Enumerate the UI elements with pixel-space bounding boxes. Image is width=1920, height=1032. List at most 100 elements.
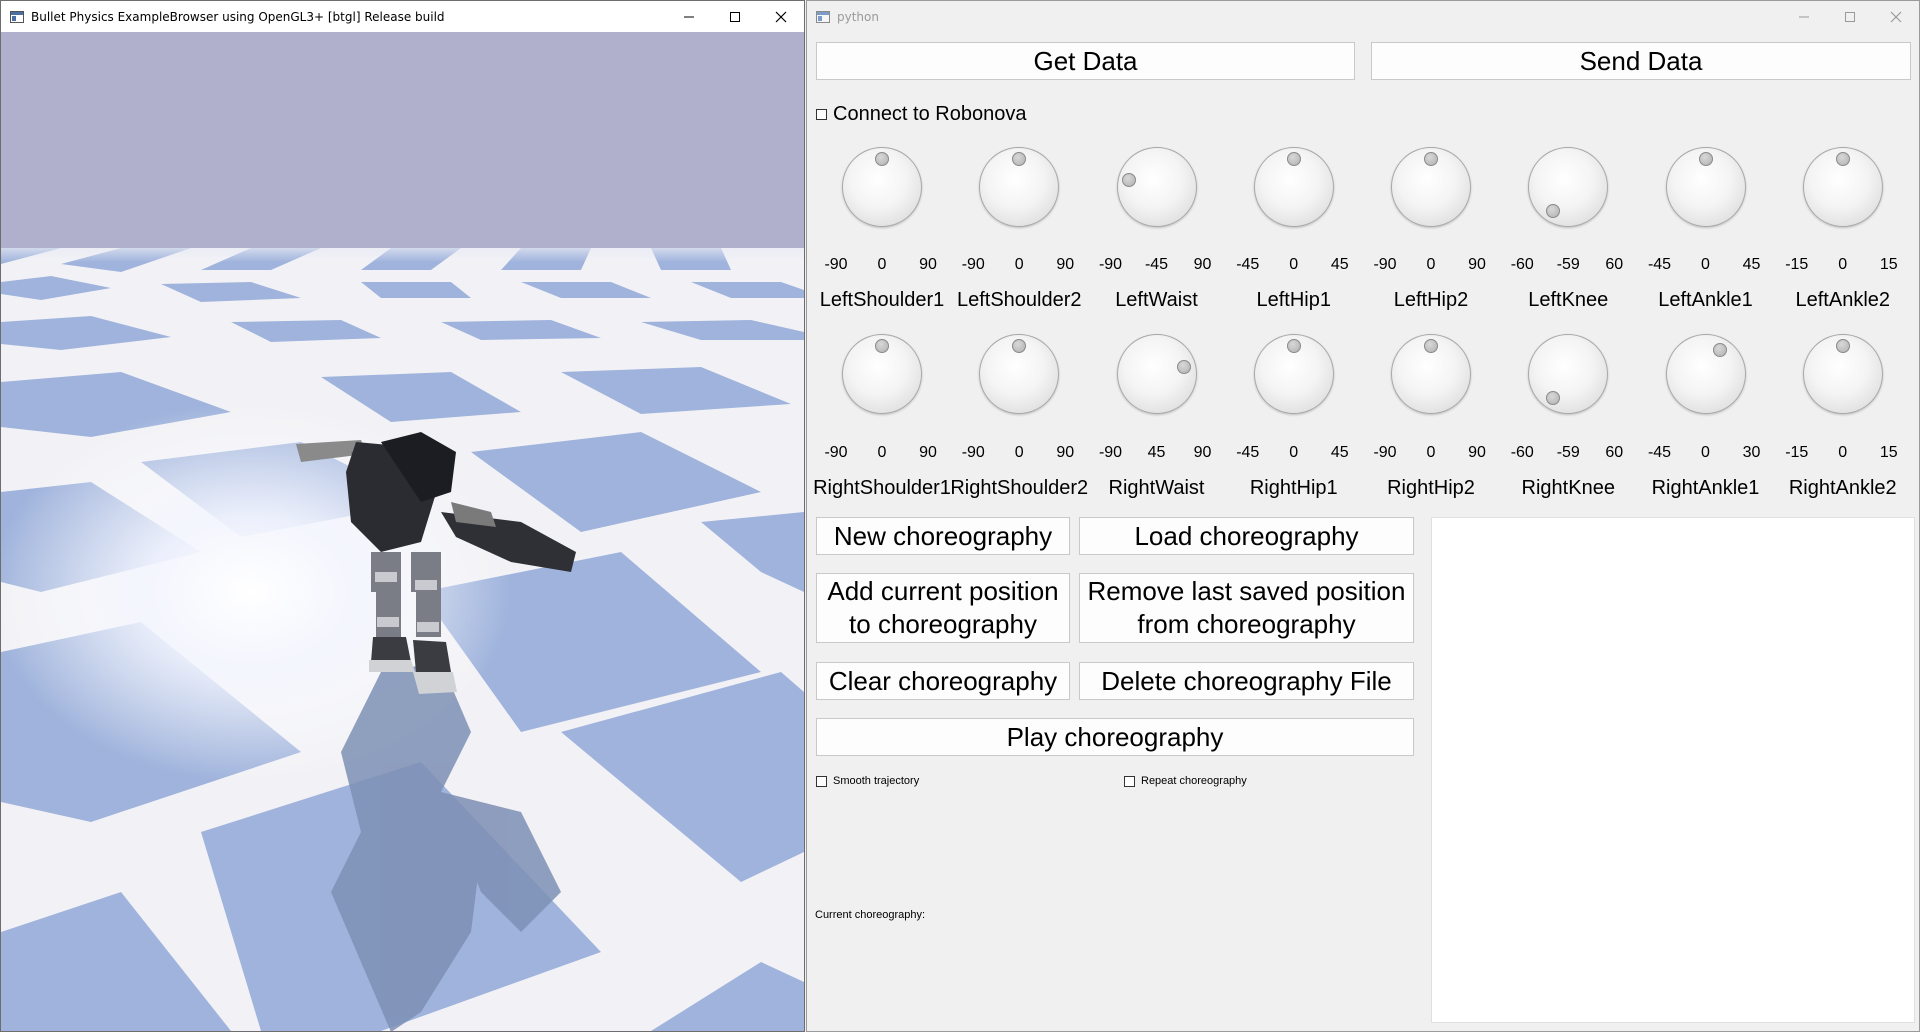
- dial-max-label: 90: [1468, 444, 1486, 461]
- smooth-trajectory-label: Smooth trajectory: [833, 775, 920, 787]
- joint-dial-leftshoulder2[interactable]: [975, 143, 1063, 231]
- joint-dial-rightankle1[interactable]: [1662, 330, 1750, 418]
- sky: [1, 32, 804, 248]
- dial-indicator: [1546, 203, 1561, 218]
- close-button[interactable]: [1873, 1, 1919, 32]
- checkbox-box[interactable]: [816, 775, 827, 787]
- delete-choreography-file-button[interactable]: Delete choreography File: [1079, 662, 1414, 700]
- dial-knob[interactable]: [1116, 147, 1197, 227]
- joint-dial-rightshoulder2[interactable]: [975, 330, 1063, 418]
- dial-value-label: 0: [1838, 444, 1848, 461]
- dial-indicator: [1424, 339, 1438, 353]
- dial-indicator: [875, 152, 889, 166]
- load-choreography-button[interactable]: Load choreography: [1079, 517, 1414, 555]
- maximize-button[interactable]: [1827, 1, 1873, 32]
- dial-min-label: -60: [1510, 444, 1534, 461]
- dial-min-label: -45: [1647, 444, 1672, 461]
- get-data-button[interactable]: Get Data: [816, 42, 1355, 80]
- minimize-button[interactable]: [1781, 1, 1827, 32]
- app-window-icon: [10, 10, 24, 23]
- dial-min-label: -90: [1098, 444, 1123, 461]
- 3d-viewport[interactable]: [1, 32, 804, 1031]
- joint-dial-rightshoulder1[interactable]: [838, 330, 926, 418]
- clear-choreography-button[interactable]: Clear choreography: [816, 662, 1070, 700]
- dial-indicator: [1698, 152, 1713, 166]
- joint-name-label: RightShoulder1: [813, 477, 951, 499]
- dial-value-label: 0: [1426, 444, 1436, 461]
- dial-knob[interactable]: [1116, 334, 1197, 414]
- maximize-icon: [1845, 11, 1855, 22]
- joint-dial-righthip1[interactable]: [1250, 330, 1338, 418]
- joint-dial-rightwaist[interactable]: [1113, 330, 1201, 418]
- dial-indicator: [1286, 339, 1301, 353]
- joint-dial-rightknee[interactable]: [1524, 330, 1612, 418]
- bullet-physics-window: Bullet Physics ExampleBrowser using Open…: [0, 0, 805, 1032]
- dial-indicator: [1835, 152, 1850, 166]
- dial-knob[interactable]: [1665, 334, 1746, 414]
- joint-dial-leftknee[interactable]: [1524, 143, 1612, 231]
- joint-dial-rightankle2[interactable]: [1799, 330, 1887, 418]
- remove-last-position-button[interactable]: Remove last saved position from choreogr…: [1079, 573, 1414, 643]
- joint-dial-leftankle2[interactable]: [1799, 143, 1887, 231]
- dial-max-label: 90: [1468, 256, 1486, 273]
- dial-knob[interactable]: [1528, 147, 1609, 227]
- joint-name-label: RightHip2: [1387, 477, 1475, 499]
- dial-min-label: -90: [1373, 256, 1397, 273]
- dial-max-label: 90: [919, 256, 937, 273]
- choreography-list[interactable]: [1431, 517, 1915, 1023]
- dial-min-label: -90: [824, 256, 848, 273]
- dial-indicator: [875, 339, 889, 353]
- dial-knob[interactable]: [1528, 334, 1609, 414]
- dial-indicator: [1176, 359, 1191, 374]
- joint-dial-leftankle1[interactable]: [1662, 143, 1750, 231]
- joint-name-label: LeftWaist: [1115, 289, 1198, 311]
- joint-dial-leftwaist[interactable]: [1113, 143, 1201, 231]
- dial-max-label: 90: [1056, 444, 1075, 461]
- joint-name-label: RightHip1: [1249, 477, 1338, 499]
- maximize-button[interactable]: [712, 1, 758, 32]
- joint-name-label: LeftShoulder2: [956, 289, 1082, 311]
- dial-min-label: -90: [961, 444, 985, 461]
- sim-titlebar[interactable]: Bullet Physics ExampleBrowser using Open…: [1, 1, 804, 32]
- joint-dial-lefthip2[interactable]: [1387, 143, 1475, 231]
- new-choreography-button[interactable]: New choreography: [816, 517, 1070, 555]
- dial-value-label: 0: [1701, 444, 1710, 461]
- joint-name-label: RightWaist: [1108, 477, 1205, 499]
- close-icon: [775, 11, 787, 22]
- dial-value-label: 0: [877, 256, 887, 273]
- dial-max-label: 60: [1605, 444, 1624, 461]
- joint-dial-lefthip1[interactable]: [1250, 143, 1338, 231]
- dial-indicator: [1712, 342, 1727, 357]
- repeat-choreography-label: Repeat choreography: [1141, 775, 1247, 787]
- dial-max-label: 90: [1193, 256, 1212, 273]
- repeat-choreography-checkbox[interactable]: Repeat choreography: [1124, 775, 1247, 787]
- dial-max-label: 90: [1193, 444, 1212, 461]
- joint-dial-leftshoulder1[interactable]: [838, 143, 926, 231]
- joint-dial-righthip2[interactable]: [1387, 330, 1475, 418]
- joint-name-label: LeftKnee: [1528, 289, 1609, 311]
- dial-min-label: -90: [824, 444, 848, 461]
- send-data-button[interactable]: Send Data: [1371, 42, 1911, 80]
- python-control-window: python Get Data Send Data Connect to Rob…: [806, 0, 1920, 1032]
- dial-min-label: -15: [1785, 256, 1809, 273]
- dial-max-label: 90: [1056, 256, 1075, 273]
- checkbox-box[interactable]: [1124, 775, 1135, 787]
- minimize-button[interactable]: [666, 1, 712, 32]
- smooth-trajectory-checkbox[interactable]: Smooth trajectory: [816, 775, 919, 787]
- joint-name-label: RightKnee: [1521, 477, 1615, 499]
- dial-indicator: [1286, 152, 1301, 166]
- joint-name-label: RightAnkle2: [1788, 477, 1897, 499]
- dial-max-label: 90: [919, 444, 937, 461]
- dial-value-label: 0: [1014, 444, 1024, 461]
- dial-max-label: 45: [1330, 444, 1349, 461]
- joint-name-label: LeftAnkle2: [1795, 289, 1891, 311]
- close-button[interactable]: [758, 1, 804, 32]
- play-choreography-button[interactable]: Play choreography: [816, 718, 1414, 756]
- dial-value-label: -59: [1556, 444, 1580, 461]
- python-titlebar[interactable]: python: [807, 1, 1919, 32]
- minimize-icon: [1799, 16, 1809, 17]
- checkbox-box[interactable]: [816, 109, 827, 120]
- add-current-position-button[interactable]: Add current position to choreography: [816, 573, 1070, 643]
- dial-value-label: 0: [1838, 256, 1848, 273]
- connect-robonova-checkbox[interactable]: Connect to Robonova: [816, 103, 1026, 126]
